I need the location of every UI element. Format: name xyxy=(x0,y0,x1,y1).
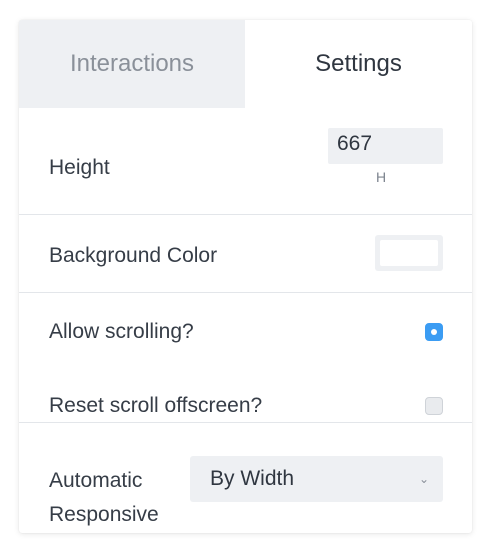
tab-bar: Interactions Settings xyxy=(19,20,472,108)
allow-scrolling-label: Allow scrolling? xyxy=(49,320,194,343)
height-input[interactable]: 667 xyxy=(328,128,443,164)
height-section: Height 667 H xyxy=(19,108,472,215)
reset-scroll-label: Reset scroll offscreen? xyxy=(49,394,263,417)
responsive-select[interactable]: By Width ⌄ xyxy=(190,456,443,502)
responsive-select-value: By Width xyxy=(210,467,295,490)
chevron-down-icon: ⌄ xyxy=(418,472,429,486)
responsive-label-line2: Responsive xyxy=(49,503,159,526)
settings-panel: Interactions Settings Height 667 H Backg… xyxy=(19,20,472,533)
allow-scrolling-checkbox[interactable] xyxy=(425,323,443,341)
height-label: Height xyxy=(49,156,110,179)
reset-scroll-checkbox[interactable] xyxy=(425,397,443,415)
background-color-swatch[interactable] xyxy=(375,235,443,271)
responsive-label-line1: Automatic xyxy=(49,469,143,492)
background-color-preview xyxy=(380,240,438,266)
checkbox-checked-dot-icon xyxy=(431,329,437,335)
tab-interactions[interactable]: Interactions xyxy=(19,20,245,108)
background-color-label: Background Color xyxy=(49,244,218,267)
tab-settings[interactable]: Settings xyxy=(245,20,472,108)
responsive-section: Automatic Responsive By Width ⌄ xyxy=(19,423,472,533)
background-color-section: Background Color xyxy=(19,215,472,293)
height-unit-label: H xyxy=(376,169,387,185)
scrolling-section: Allow scrolling? Reset scroll offscreen? xyxy=(19,293,472,423)
